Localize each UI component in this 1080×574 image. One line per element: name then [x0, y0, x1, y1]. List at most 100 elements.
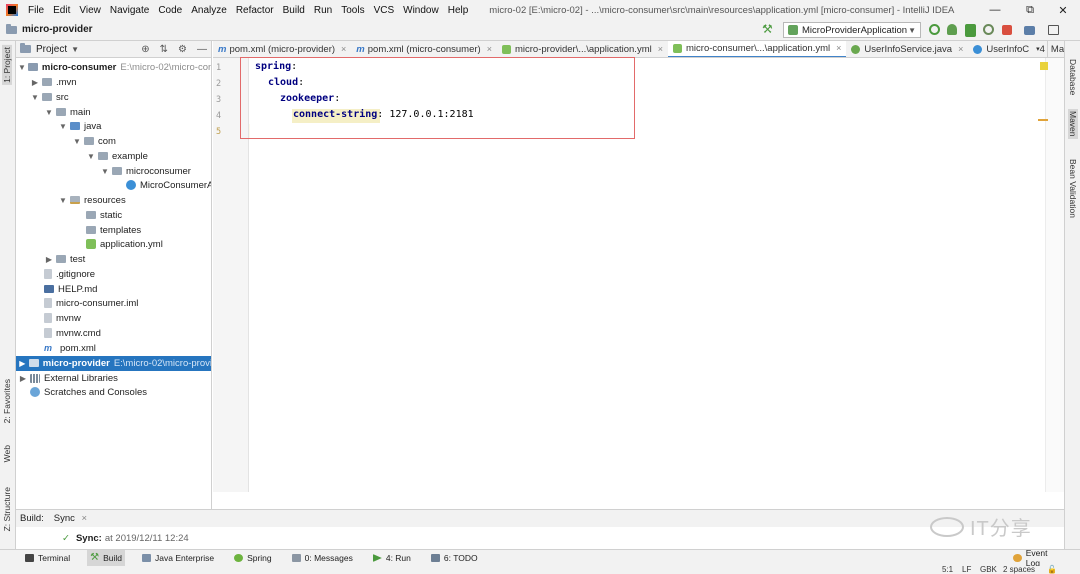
close-icon[interactable]: ×: [487, 44, 492, 54]
menu-refactor[interactable]: Refactor: [236, 5, 274, 16]
close-icon[interactable]: ×: [658, 44, 663, 54]
menu-code[interactable]: Code: [158, 5, 182, 16]
messages-tool-button[interactable]: 0: Messages: [289, 550, 356, 567]
menu-edit[interactable]: Edit: [53, 5, 70, 16]
tree-item-templates[interactable]: templates: [86, 223, 141, 238]
close-icon[interactable]: ×: [341, 44, 346, 54]
tree-item-application-yml[interactable]: application.yml: [86, 237, 163, 252]
bean-validation-tool-tab[interactable]: Bean Validation: [1068, 159, 1078, 218]
build-status-row[interactable]: ✓ Sync: at 2019/12/11 12:24: [16, 527, 1064, 549]
menu-view[interactable]: View: [79, 5, 101, 16]
structure-tool-tab[interactable]: Z: Structure: [2, 487, 12, 531]
tab-consumer-application-yml[interactable]: micro-consumer\...\application.yml ×: [668, 41, 847, 57]
chevron-right-icon[interactable]: ▶: [18, 359, 27, 368]
tab-overflow-button[interactable]: ▾ 4: [1034, 41, 1047, 57]
tree-item-help-md[interactable]: HELP.md: [44, 282, 97, 297]
menu-build[interactable]: Build: [283, 5, 305, 16]
chevron-down-icon[interactable]: ▼: [58, 196, 68, 205]
chevron-down-icon[interactable]: ▼: [100, 167, 110, 176]
caret-position[interactable]: 5:1: [942, 565, 953, 574]
tree-item-iml[interactable]: micro-consumer.iml: [44, 296, 138, 311]
warning-marker[interactable]: [1038, 119, 1048, 121]
tree-module-micro-consumer[interactable]: ▼ micro-consumer E:\micro-02\micro-con: [16, 60, 211, 75]
web-tool-tab[interactable]: Web: [2, 445, 12, 462]
project-view-select[interactable]: Project: [36, 44, 67, 55]
collapse-all-icon[interactable]: ⇅: [160, 44, 168, 55]
build-tool-button[interactable]: ⚒ Build: [87, 549, 125, 567]
file-encoding[interactable]: GBK: [980, 565, 997, 574]
terminal-tool-button[interactable]: Terminal: [22, 550, 73, 567]
analysis-status-icon[interactable]: [1040, 62, 1048, 70]
minimize-button[interactable]: —: [978, 0, 1012, 20]
tab-pom-consumer[interactable]: m pom.xml (micro-consumer) ×: [351, 41, 497, 57]
menu-vcs[interactable]: VCS: [374, 5, 395, 16]
java-enterprise-tool-button[interactable]: Java Enterprise: [139, 550, 217, 567]
chevron-down-icon[interactable]: ▼: [72, 137, 82, 146]
profile-icon[interactable]: [983, 24, 994, 35]
tree-item-src[interactable]: ▼ src: [30, 90, 69, 105]
tree-item-resources[interactable]: ▼ resources: [58, 193, 126, 208]
tree-item-mvn[interactable]: ▶ .mvn: [30, 75, 77, 90]
rerun-icon[interactable]: [929, 24, 940, 35]
settings-gear-icon[interactable]: ⚙: [178, 44, 187, 55]
maven-panel-header[interactable]: Mav: [1046, 41, 1064, 57]
project-tool-tab[interactable]: 1: Project: [2, 45, 12, 85]
event-log-button[interactable]: Event Log: [1010, 548, 1066, 568]
tree-module-micro-provider[interactable]: ▶ micro-provider E:\micro-02\micro-provi: [16, 356, 211, 371]
tree-item-mvnw-cmd[interactable]: mvnw.cmd: [44, 326, 101, 341]
project-structure-icon[interactable]: [1024, 26, 1035, 35]
tab-provider-application-yml[interactable]: micro-provider\...\application.yml ×: [497, 41, 668, 57]
spring-tool-button[interactable]: Spring: [231, 550, 275, 567]
tree-item-pom-xml[interactable]: m pom.xml: [44, 341, 96, 356]
database-tool-tab[interactable]: Database: [1068, 59, 1078, 95]
tree-item-java[interactable]: ▼ java: [58, 119, 101, 134]
lock-icon[interactable]: 🔓: [1047, 565, 1057, 574]
breadcrumb[interactable]: micro-provider: [6, 23, 93, 35]
tree-item-example[interactable]: ▼ example: [86, 149, 148, 164]
todo-tool-button[interactable]: 6: TODO: [428, 550, 481, 567]
build-hammer-icon[interactable]: ⚒: [762, 22, 775, 36]
chevron-down-icon[interactable]: ▼: [44, 108, 54, 117]
favorites-tool-tab[interactable]: 2: Favorites: [2, 379, 12, 423]
tree-external-libraries[interactable]: ▶ External Libraries: [18, 371, 118, 386]
tab-userinfoservice[interactable]: UserInfoService.java ×: [846, 41, 968, 57]
chevron-down-icon[interactable]: ▼: [58, 122, 68, 131]
chevron-down-icon[interactable]: ▼: [18, 63, 26, 72]
presentation-icon[interactable]: [1048, 25, 1059, 35]
tree-item-static[interactable]: static: [86, 208, 122, 223]
line-separator[interactable]: LF: [962, 565, 971, 574]
chevron-down-icon[interactable]: ▼: [71, 45, 79, 54]
tree-item-test[interactable]: ▶ test: [44, 252, 85, 267]
restore-button[interactable]: ⧉: [1013, 0, 1047, 20]
menu-run[interactable]: Run: [314, 5, 332, 16]
chevron-right-icon[interactable]: ▶: [18, 374, 28, 383]
menu-window[interactable]: Window: [403, 5, 439, 16]
sync-tab[interactable]: Sync ×: [54, 513, 87, 524]
tree-item-class-microconsumer[interactable]: MicroConsumerA: [126, 178, 211, 193]
breadcrumb-project[interactable]: micro-provider: [22, 24, 93, 35]
tree-item-microconsumer[interactable]: ▼ microconsumer: [100, 164, 191, 179]
close-icon[interactable]: ×: [958, 44, 963, 54]
close-icon[interactable]: ×: [82, 513, 88, 524]
chevron-right-icon[interactable]: ▶: [30, 78, 40, 87]
chevron-right-icon[interactable]: ▶: [44, 255, 54, 264]
tree-item-gitignore[interactable]: .gitignore: [44, 267, 95, 282]
maven-tool-tab[interactable]: Maven: [1068, 109, 1078, 139]
indent-setting[interactable]: 2 spaces: [1003, 565, 1035, 574]
stop-icon[interactable]: [1002, 25, 1012, 35]
debug-icon[interactable]: [947, 24, 957, 35]
tab-userinfoc[interactable]: UserInfoC: [968, 41, 1034, 57]
locate-file-icon[interactable]: ⊕: [141, 44, 149, 55]
chevron-down-icon[interactable]: ▼: [86, 152, 96, 161]
tree-item-main[interactable]: ▼ main: [44, 105, 91, 120]
menu-navigate[interactable]: Navigate: [110, 5, 149, 16]
close-window-button[interactable]: ✕: [1046, 0, 1080, 20]
hide-panel-icon[interactable]: —: [197, 44, 207, 55]
menu-tools[interactable]: Tools: [341, 5, 364, 16]
tree-scratches[interactable]: Scratches and Consoles: [30, 385, 147, 400]
tree-item-mvnw[interactable]: mvnw: [44, 311, 81, 326]
run-configuration-select[interactable]: MicroProviderApplication ▼: [783, 22, 921, 38]
tab-pom-provider[interactable]: m pom.xml (micro-provider) ×: [213, 41, 351, 57]
run-with-coverage-icon[interactable]: [965, 24, 976, 37]
menu-file[interactable]: File: [28, 5, 44, 16]
